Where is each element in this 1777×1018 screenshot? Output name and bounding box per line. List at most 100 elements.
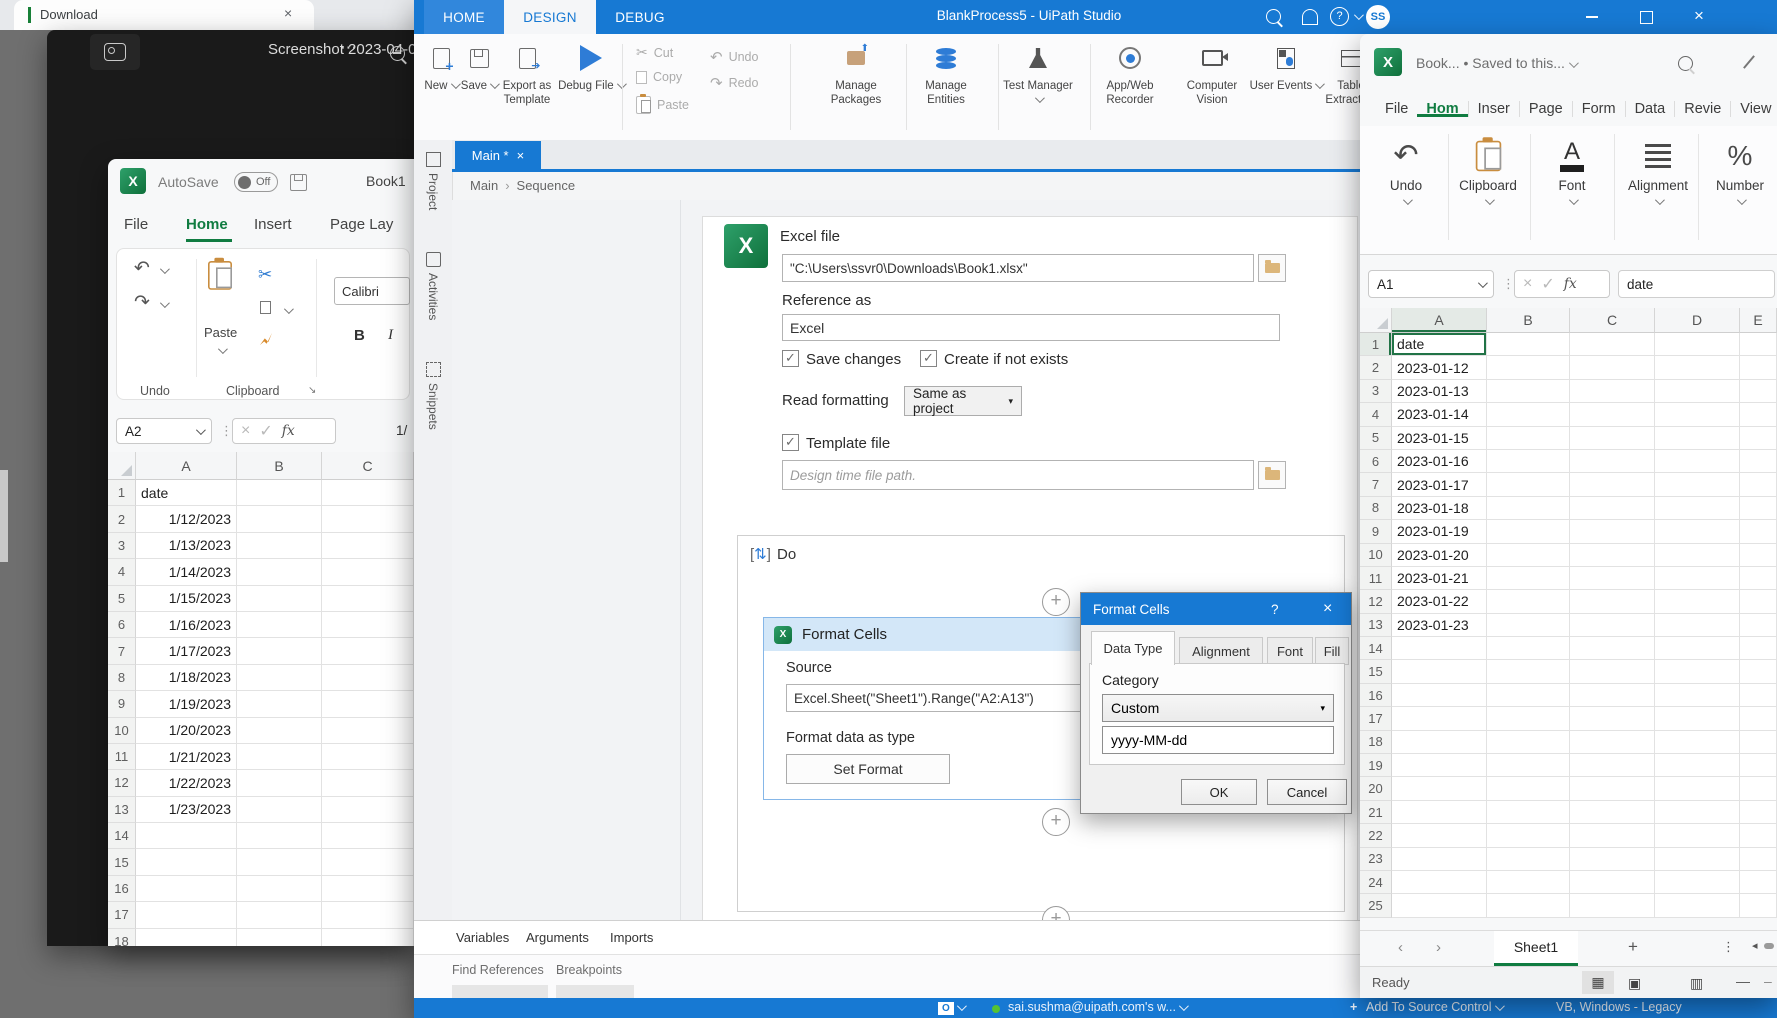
row-number[interactable]: 3 [1360, 379, 1392, 404]
menu-file[interactable]: File [124, 216, 148, 233]
row-number[interactable]: 13 [1360, 613, 1392, 638]
tab-design[interactable]: DESIGN [504, 0, 596, 34]
table-row[interactable]: 1 date [1360, 333, 1777, 357]
cell[interactable] [1392, 660, 1487, 684]
cell[interactable] [322, 664, 414, 692]
cell[interactable] [1655, 637, 1740, 661]
col-header-a[interactable]: A [136, 452, 237, 480]
breadcrumb-main[interactable]: Main [470, 178, 498, 193]
cell[interactable] [1570, 824, 1655, 848]
doc-tab-main[interactable]: Main * × [455, 141, 541, 170]
minimize-button[interactable] [1586, 16, 1598, 18]
font-name-select[interactable]: Calibri [334, 277, 410, 305]
pen-icon[interactable] [1743, 55, 1755, 69]
row-number[interactable]: 18 [108, 928, 136, 946]
add-sheet-icon[interactable]: + [1628, 937, 1638, 957]
row-number[interactable]: 6 [108, 611, 136, 639]
zoom-out-icon[interactable]: — [1736, 973, 1750, 989]
next-sheet-icon[interactable]: › [1436, 939, 1441, 956]
menu-page-layout[interactable]: Page Lay [330, 216, 393, 233]
table-row[interactable]: 12 2023-01-22 [1360, 590, 1777, 614]
cell[interactable] [1487, 870, 1570, 895]
cell[interactable] [1570, 613, 1655, 638]
cell[interactable]: 2023-01-14 [1392, 403, 1487, 427]
cell[interactable] [1487, 637, 1570, 661]
cell[interactable]: 2023-01-23 [1392, 613, 1487, 638]
cell[interactable] [1740, 566, 1777, 591]
cell[interactable] [1655, 847, 1740, 871]
cell[interactable] [237, 902, 322, 929]
cell[interactable] [1570, 847, 1655, 871]
tab-imports[interactable]: Imports [610, 930, 653, 945]
cell[interactable] [1570, 449, 1655, 474]
cell[interactable] [136, 849, 237, 876]
cell[interactable] [1740, 754, 1777, 778]
cell[interactable] [1655, 403, 1740, 427]
cell[interactable]: 1/20/2023 [136, 717, 237, 744]
cell[interactable] [1487, 520, 1570, 544]
close-button[interactable]: × [1694, 6, 1704, 26]
cell[interactable] [237, 664, 322, 692]
row-number[interactable]: 21 [1360, 800, 1392, 825]
paste-icon[interactable] [208, 257, 232, 290]
cell[interactable]: 1/17/2023 [136, 638, 237, 665]
cell[interactable] [237, 559, 322, 586]
row-number[interactable]: 1 [108, 480, 136, 507]
cell[interactable] [1740, 356, 1777, 380]
row-number[interactable]: 14 [1360, 637, 1392, 661]
cell[interactable] [1740, 870, 1777, 895]
cell[interactable] [1740, 637, 1777, 661]
row-number[interactable]: 8 [108, 664, 136, 692]
table-row[interactable]: 11 1/21/2023 [108, 743, 414, 771]
doc-tab-close-icon[interactable]: × [517, 148, 525, 163]
cell[interactable] [1740, 379, 1777, 404]
cell[interactable] [1487, 800, 1570, 825]
cell[interactable] [1740, 496, 1777, 521]
alignment-group[interactable]: Alignment [1620, 134, 1696, 208]
cell[interactable] [237, 585, 322, 612]
cell[interactable] [1655, 730, 1740, 755]
row-number[interactable]: 24 [1360, 870, 1392, 895]
cell[interactable]: 2023-01-21 [1392, 566, 1487, 591]
cell[interactable] [322, 559, 414, 586]
table-row[interactable]: 4 2023-01-14 [1360, 403, 1777, 427]
cell[interactable] [1570, 590, 1655, 614]
cell[interactable] [1655, 333, 1740, 357]
row-number[interactable]: 23 [1360, 847, 1392, 871]
row-number[interactable]: 20 [1360, 777, 1392, 801]
cell[interactable] [1655, 870, 1740, 895]
table-row[interactable]: 20 [1360, 777, 1777, 801]
paste-label[interactable]: Paste [204, 325, 237, 340]
cell[interactable] [1740, 683, 1777, 708]
tab-home[interactable]: HOME [424, 0, 504, 34]
cell[interactable]: 2023-01-16 [1392, 449, 1487, 474]
cell[interactable] [1655, 777, 1740, 801]
cell[interactable] [1570, 754, 1655, 778]
dialog-tab-fill[interactable]: Fill [1315, 637, 1349, 665]
table-row[interactable]: 14 [108, 823, 414, 850]
cell[interactable] [322, 717, 414, 744]
row-number[interactable]: 2 [108, 506, 136, 533]
cell[interactable] [1487, 379, 1570, 404]
row-number[interactable]: 15 [108, 849, 136, 876]
dialog-tab-data-type[interactable]: Data Type [1091, 631, 1175, 665]
cell[interactable]: 1/23/2023 [136, 796, 237, 824]
cell[interactable] [1487, 590, 1570, 614]
sheet-options-icon[interactable]: ⋮ [1722, 939, 1735, 955]
col-header-c[interactable]: C [1570, 308, 1655, 333]
cell[interactable] [1740, 520, 1777, 544]
cell[interactable] [322, 823, 414, 850]
cell[interactable] [136, 902, 237, 929]
cell[interactable] [1740, 613, 1777, 638]
row-number[interactable]: 10 [1360, 543, 1392, 567]
menu-home[interactable]: Hom [1417, 101, 1469, 117]
dialog-help-icon[interactable]: ? [1271, 602, 1279, 617]
col-header-d[interactable]: D [1655, 308, 1740, 333]
cell[interactable] [237, 638, 322, 665]
table-row[interactable]: 7 1/17/2023 [108, 638, 414, 665]
cell[interactable] [1655, 613, 1740, 638]
row-number[interactable]: 6 [1360, 449, 1392, 474]
cell[interactable] [322, 902, 414, 929]
cell[interactable] [1487, 847, 1570, 871]
zoom-slider[interactable]: – [1764, 973, 1772, 989]
